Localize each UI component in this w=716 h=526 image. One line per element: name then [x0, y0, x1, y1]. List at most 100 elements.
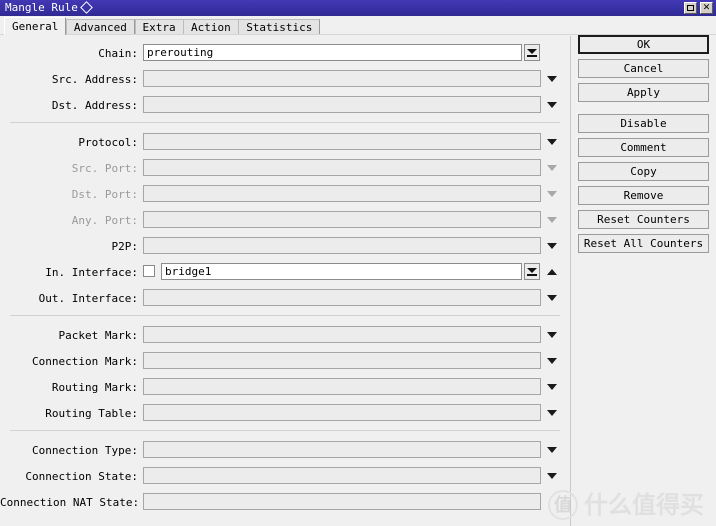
- field-checkbox[interactable]: [143, 265, 155, 277]
- field-label: In. Interface:: [45, 266, 138, 279]
- title-bar[interactable]: Mangle Rule ✕: [0, 0, 716, 16]
- chevron-down-icon[interactable]: [547, 358, 557, 364]
- dropdown-button[interactable]: [524, 44, 540, 61]
- dropdown-bar: [527, 55, 537, 57]
- field-label: Chain:: [98, 47, 138, 60]
- field-label: Src. Address:: [51, 73, 138, 86]
- field-label: Packet Mark:: [58, 329, 138, 342]
- field-input[interactable]: [143, 70, 541, 87]
- form-row: Dst. Port:: [0, 184, 570, 206]
- form-row: Any. Port:: [0, 210, 570, 232]
- field-input[interactable]: prerouting: [143, 44, 522, 61]
- chevron-up-icon[interactable]: [547, 269, 557, 275]
- tab-extra[interactable]: Extra: [134, 19, 184, 35]
- field-label: Protocol:: [78, 136, 138, 149]
- form-row: P2P:: [0, 236, 570, 258]
- section-separator: [10, 122, 560, 123]
- disable-button[interactable]: Disable: [578, 114, 709, 133]
- close-icon: ✕: [702, 3, 711, 13]
- field-input[interactable]: bridge1: [161, 263, 522, 280]
- chevron-down-icon[interactable]: [547, 191, 557, 197]
- form-row: Out. Interface:: [0, 288, 570, 310]
- field-input[interactable]: [143, 289, 541, 306]
- chevron-down-icon: [527, 49, 537, 54]
- chevron-down-icon[interactable]: [547, 243, 557, 249]
- chevron-down-icon[interactable]: [547, 102, 557, 108]
- field-input[interactable]: [143, 211, 541, 228]
- form-row: Routing Table:: [0, 403, 570, 425]
- comment-button[interactable]: Comment: [578, 138, 709, 157]
- dropdown-button[interactable]: [524, 263, 540, 280]
- chevron-down-icon[interactable]: [547, 139, 557, 145]
- chevron-down-icon: [527, 268, 537, 273]
- field-input[interactable]: [143, 133, 541, 150]
- field-label: Src. Port:: [71, 162, 138, 175]
- field-value: prerouting: [147, 46, 214, 59]
- form-row: Src. Port:: [0, 158, 570, 180]
- form-row: In. Interface: bridge1: [0, 262, 570, 284]
- chevron-down-icon[interactable]: [547, 165, 557, 171]
- chevron-down-icon[interactable]: [547, 384, 557, 390]
- maximize-button[interactable]: [684, 2, 697, 14]
- reset-all-counters-button[interactable]: Reset All Counters: [578, 234, 709, 253]
- remove-button[interactable]: Remove: [578, 186, 709, 205]
- field-input[interactable]: [143, 159, 541, 176]
- field-input[interactable]: [143, 404, 541, 421]
- form-row: Routing Mark:: [0, 377, 570, 399]
- field-label: Any. Port:: [71, 214, 138, 227]
- field-label: Connection State:: [25, 470, 138, 483]
- form-row: Connection Type:: [0, 440, 570, 462]
- dropdown-bar: [527, 274, 537, 276]
- field-label: Connection NAT State:: [0, 496, 140, 509]
- chevron-down-icon[interactable]: [547, 473, 557, 479]
- chevron-down-icon[interactable]: [547, 217, 557, 223]
- action-buttons-panel: OK Cancel Apply Disable Comment Copy Remove Res…: [571, 35, 716, 526]
- chevron-down-icon[interactable]: [547, 410, 557, 416]
- field-label: Dst. Address:: [51, 99, 138, 112]
- field-value: bridge1: [165, 265, 212, 278]
- field-input[interactable]: [143, 352, 541, 369]
- field-input[interactable]: [143, 326, 541, 343]
- ok-button[interactable]: OK: [578, 35, 709, 54]
- form-row: Connection NAT State:: [0, 492, 570, 514]
- field-label: Connection Type:: [32, 444, 138, 457]
- maximize-icon: [687, 5, 694, 11]
- close-button[interactable]: ✕: [700, 2, 713, 14]
- form-row: Src. Address:: [0, 69, 570, 91]
- copy-button[interactable]: Copy: [578, 162, 709, 181]
- form-row: Packet Mark:: [0, 325, 570, 347]
- field-input[interactable]: [143, 185, 541, 202]
- general-tab-panel: Chain: prerouting Src. Address: Dst. Addres…: [0, 35, 570, 526]
- chevron-down-icon[interactable]: [547, 76, 557, 82]
- tab-advanced[interactable]: Advanced: [65, 19, 135, 35]
- field-input[interactable]: [143, 493, 541, 510]
- chevron-down-icon[interactable]: [547, 447, 557, 453]
- field-input[interactable]: [143, 467, 541, 484]
- tab-statistics[interactable]: Statistics: [238, 19, 321, 35]
- field-label: Routing Table:: [45, 407, 138, 420]
- section-separator: [10, 430, 560, 431]
- cancel-button[interactable]: Cancel: [578, 59, 709, 78]
- field-label: Out. Interface:: [38, 292, 138, 305]
- tab-action[interactable]: Action: [183, 19, 239, 35]
- section-separator: [10, 315, 560, 316]
- field-label: P2P:: [111, 240, 139, 253]
- form-row: Chain: prerouting: [0, 43, 570, 65]
- field-input[interactable]: [143, 237, 541, 254]
- field-input[interactable]: [143, 378, 541, 395]
- form-row: Dst. Address:: [0, 95, 570, 117]
- tab-general[interactable]: General: [4, 17, 67, 35]
- diamond-icon: [80, 1, 93, 14]
- chevron-down-icon[interactable]: [547, 332, 557, 338]
- form-row: Protocol:: [0, 132, 570, 154]
- window-title: Mangle Rule: [5, 1, 78, 14]
- form-row: Connection State:: [0, 466, 570, 488]
- reset-counters-button[interactable]: Reset Counters: [578, 210, 709, 229]
- form-row: Connection Mark:: [0, 351, 570, 373]
- field-label: Dst. Port:: [71, 188, 138, 201]
- chevron-down-icon[interactable]: [547, 295, 557, 301]
- field-input[interactable]: [143, 441, 541, 458]
- apply-button[interactable]: Apply: [578, 83, 709, 102]
- field-label: Routing Mark:: [51, 381, 138, 394]
- field-input[interactable]: [143, 96, 541, 113]
